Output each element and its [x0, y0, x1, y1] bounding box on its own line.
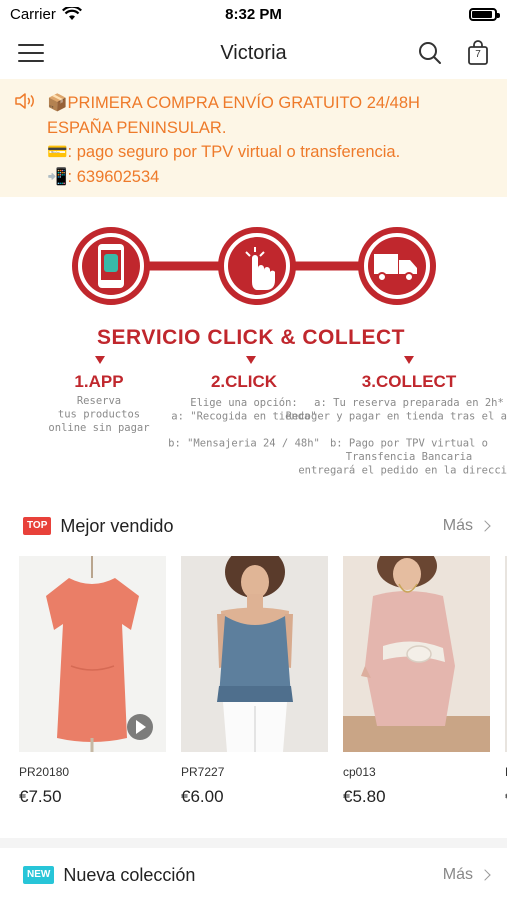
- nav-bar: Victoria 7: [0, 28, 507, 78]
- announcement-line: ESPAÑA PENINSULAR.: [47, 116, 497, 141]
- battery-icon: [469, 7, 500, 21]
- product-image: [343, 556, 490, 752]
- cart-button[interactable]: 7: [466, 40, 490, 66]
- new-collection-more-link[interactable]: Más: [442, 866, 491, 884]
- announcement-line-text: : pago seguro por TPV virtual o transfer…: [67, 143, 401, 161]
- battery-fill: [472, 10, 492, 18]
- step-heading: 3.COLLECT: [362, 372, 457, 391]
- phone-icon: 📲: [47, 166, 68, 186]
- product-code: PR20180: [19, 765, 70, 779]
- chevron-right-icon: [479, 869, 491, 881]
- credit-card-icon: 💳: [47, 142, 68, 161]
- step-line: b: "Mensajeria 24 / 48h": [168, 438, 320, 450]
- new-collection-header: NEW Nueva colección Más: [0, 855, 507, 895]
- delivery-truck-icon: [358, 227, 436, 305]
- step-line: Recoger y pagar en tienda tras el aviso: [286, 411, 507, 423]
- announcement-text: 📦PRIMERA COMPRA ENVÍO GRATUITO 24/48H ES…: [47, 91, 497, 189]
- hand-click-icon: [218, 227, 296, 305]
- section-title: Mejor vendido: [60, 515, 174, 536]
- product-code: PR7227: [181, 765, 225, 779]
- step-line: b: Pago por TPV virtual o: [330, 438, 488, 450]
- step-heading: 1.APP: [74, 372, 123, 391]
- product-image: [19, 556, 166, 752]
- click-collect-banner[interactable]: SERVICIO CLICK & COLLECT 1.APP 2.CLICK 3…: [0, 198, 507, 488]
- menu-icon-line: [18, 60, 44, 62]
- best-sellers-more-link[interactable]: Más: [442, 517, 491, 535]
- cart-count: 7: [475, 49, 481, 60]
- step-line: online sin pagar: [48, 422, 149, 434]
- announcement-line: 📲: 639602534: [47, 165, 497, 190]
- product-card[interactable]: PR20180 €7.50: [19, 556, 166, 807]
- new-badge: NEW: [23, 866, 55, 884]
- step-heading: 2.CLICK: [211, 372, 278, 391]
- section-title: Nueva colección: [63, 864, 196, 885]
- status-bar: Carrier 8:32 PM: [0, 0, 507, 28]
- announcement-line: 📦PRIMERA COMPRA ENVÍO GRATUITO 24/48H: [47, 91, 497, 116]
- menu-icon-line: [18, 44, 44, 46]
- carrier-label: Carrier: [10, 5, 56, 23]
- product-price: €5.80: [343, 787, 386, 806]
- step-line: entregará el pedido en la dirección: [298, 465, 507, 477]
- product-price: €6.00: [181, 787, 224, 806]
- announcement-line-text: ESPAÑA PENINSULAR.: [47, 118, 227, 137]
- page-title: Victoria: [220, 41, 287, 64]
- step-description: Elige una opción:a: "Recogida en tienda"…: [168, 397, 320, 450]
- announcement-line-text: : 639602534: [67, 167, 160, 186]
- menu-icon-line: [18, 52, 44, 54]
- package-icon: 📦: [47, 93, 68, 112]
- announcement-line-text: PRIMERA COMPRA ENVÍO GRATUITO 24/48H: [67, 94, 420, 112]
- product-carousel[interactable]: PR20180 €7.50 PR7227 €6.00 cp013 €5.80: [19, 556, 507, 816]
- more-label: Más: [442, 866, 473, 883]
- product-card[interactable]: cp013 €5.80: [343, 556, 490, 807]
- step-line: Transfencia Bancaria: [346, 451, 472, 463]
- chevron-right-icon: [479, 520, 491, 532]
- product-photo: [19, 556, 166, 752]
- product-photo: [181, 556, 328, 752]
- best-sellers-header: TOP Mejor vendido Más: [0, 506, 507, 546]
- product-image: [181, 556, 328, 752]
- step-line: a: Tu reserva preparada en 2h*: [314, 397, 504, 409]
- product-price: €7.50: [19, 787, 62, 806]
- down-arrow-icon: [95, 356, 105, 364]
- phone-app-icon: [72, 227, 150, 305]
- announcement-line: 💳: pago seguro por TPV virtual o transfe…: [47, 140, 497, 165]
- down-arrow-icon: [246, 356, 256, 364]
- down-arrow-icon: [404, 356, 414, 364]
- step-description: Reserva tus productosonline sin pagar: [48, 395, 149, 434]
- step-line: Elige una opción:: [190, 397, 297, 409]
- banner-title: SERVICIO CLICK & COLLECT: [97, 326, 405, 349]
- speaker-icon: [15, 93, 34, 109]
- announcement-bar: 📦PRIMERA COMPRA ENVÍO GRATUITO 24/48H ES…: [0, 79, 507, 197]
- step-line: Reserva: [77, 395, 121, 407]
- search-icon[interactable]: [418, 41, 442, 65]
- status-left: Carrier: [10, 6, 82, 23]
- product-code: cp013: [343, 765, 376, 779]
- section-divider: [0, 838, 507, 848]
- product-card[interactable]: PR7227 €6.00: [181, 556, 328, 807]
- product-photo: [343, 556, 490, 752]
- top-badge: TOP: [23, 517, 52, 535]
- step-line: tus productos: [58, 409, 140, 421]
- more-label: Más: [442, 517, 473, 534]
- menu-button[interactable]: [18, 42, 44, 64]
- wifi-icon: [61, 7, 82, 20]
